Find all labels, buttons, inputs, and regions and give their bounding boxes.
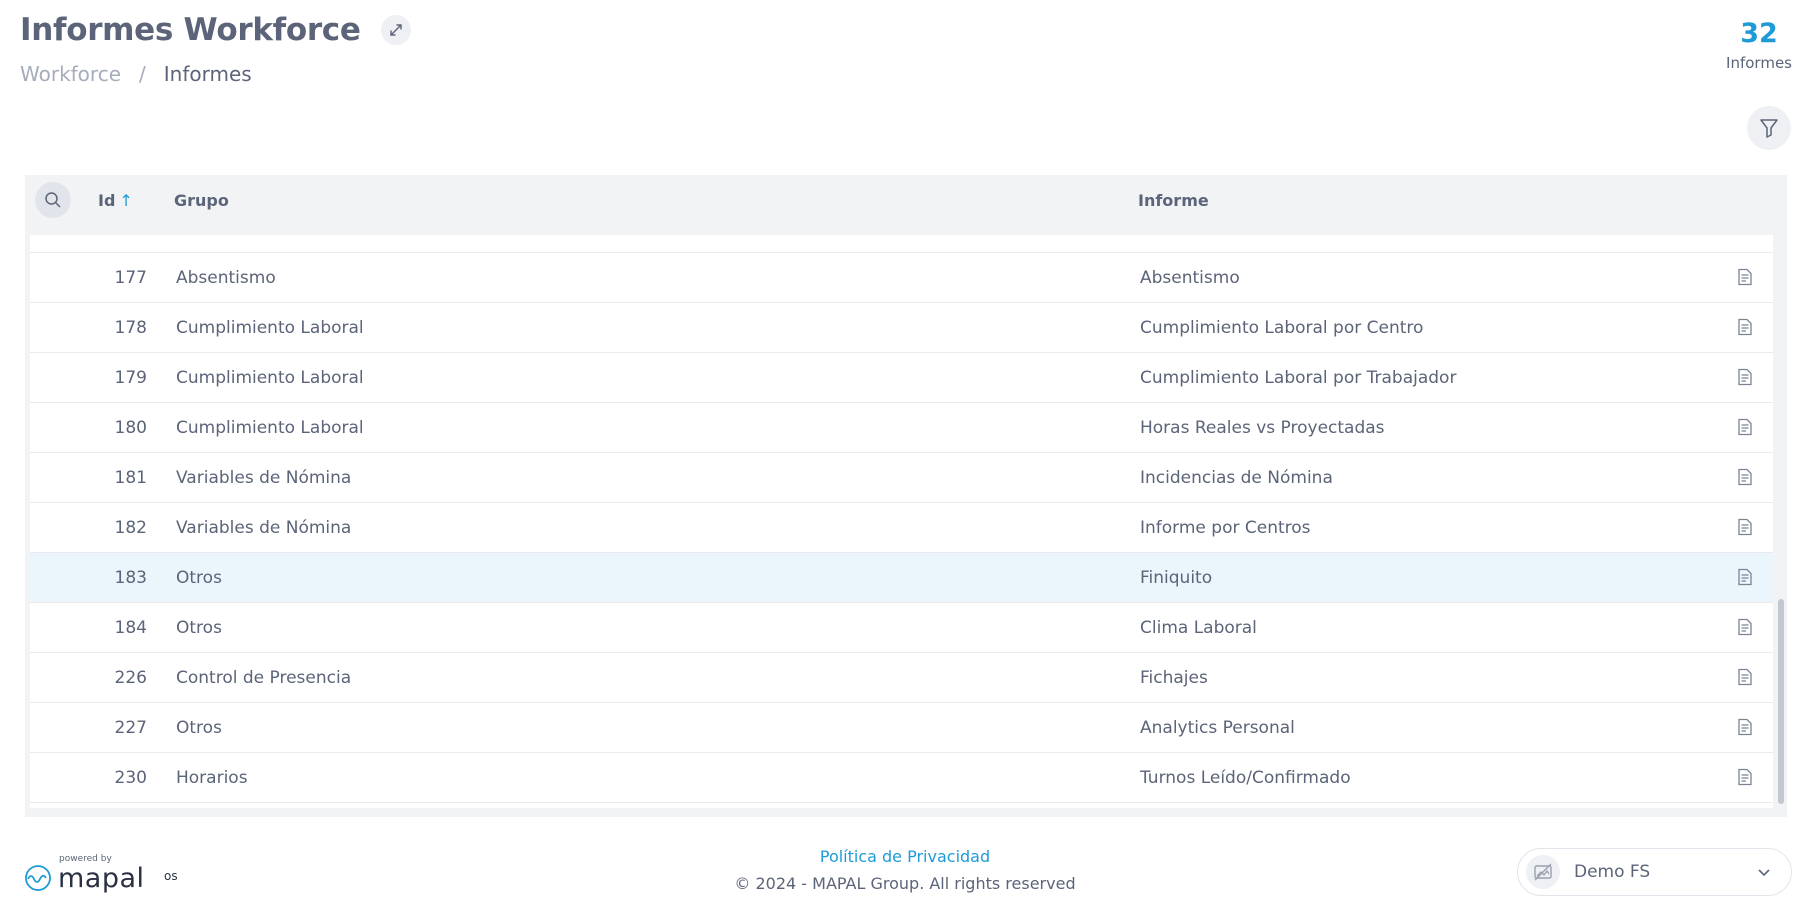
open-report-button[interactable] (1735, 367, 1755, 387)
cell-informe: Turnos Leído/Confirmado (1140, 768, 1351, 788)
company-avatar (1526, 855, 1560, 889)
report-document-icon (1738, 468, 1752, 486)
cell-grupo: Otros (176, 618, 222, 638)
page-header: Informes Workforce Workforce / Informes (20, 12, 411, 86)
report-document-icon (1738, 768, 1752, 786)
cell-informe: Finiquito (1140, 568, 1213, 588)
open-report-button[interactable] (1735, 517, 1755, 537)
search-icon (45, 192, 61, 208)
cell-grupo: Horarios (176, 768, 248, 788)
table-row[interactable]: 181 Variables de Nómina Incidencias de Nóm… (30, 453, 1773, 503)
cell-grupo: Variables de Nómina (176, 468, 352, 488)
cell-informe: Cumplimiento Laboral por Centro (1140, 318, 1424, 338)
table-row[interactable]: 182 Variables de Nómina Informe por Centro… (30, 503, 1773, 553)
open-report-button[interactable] (1735, 717, 1755, 737)
table-row[interactable]: 179 Cumplimiento Laboral Cumplimiento Labo… (30, 353, 1773, 403)
cell-grupo: Otros (176, 568, 222, 588)
table-row[interactable]: 184 Otros Clima Laboral (30, 603, 1773, 653)
cell-informe: Informe por Centros (1140, 518, 1311, 538)
report-document-icon (1738, 568, 1752, 586)
report-document-icon (1738, 368, 1752, 386)
cell-informe: Fichajes (1140, 668, 1208, 688)
open-report-button[interactable] (1735, 317, 1755, 337)
report-counter: 32 Informes (1726, 18, 1792, 72)
report-document-icon (1738, 268, 1752, 286)
column-header-id[interactable]: Id ↑ (98, 191, 133, 210)
breadcrumb-current: Informes (163, 62, 252, 86)
breadcrumb: Workforce / Informes (20, 62, 411, 86)
company-selector[interactable]: Demo FS (1517, 848, 1792, 896)
table-row[interactable]: 178 Cumplimiento Laboral Cumplimiento Labo… (30, 303, 1773, 353)
cell-id: 182 (114, 518, 147, 538)
open-report-button[interactable] (1735, 417, 1755, 437)
cell-id: 227 (114, 718, 147, 738)
scrollbar-thumb[interactable] (1778, 599, 1784, 804)
breadcrumb-separator: / (139, 62, 146, 86)
breadcrumb-workforce[interactable]: Workforce (20, 62, 121, 86)
report-document-icon (1738, 418, 1752, 436)
reports-table: Id ↑ Grupo Informe 177 Absentismo Absentism… (25, 175, 1787, 817)
cell-id: 230 (114, 768, 147, 788)
report-document-icon (1738, 668, 1752, 686)
cell-grupo: Cumplimiento Laboral (176, 368, 364, 388)
expand-arrows-icon (389, 24, 402, 36)
table-row[interactable]: 183 Otros Finiquito (30, 553, 1773, 603)
cell-grupo: Cumplimiento Laboral (176, 418, 364, 438)
filter-button[interactable] (1747, 106, 1791, 150)
cell-informe: Clima Laboral (1140, 618, 1257, 638)
cell-id: 226 (114, 668, 147, 688)
report-count: 32 (1740, 18, 1778, 49)
cell-informe: Analytics Personal (1140, 718, 1295, 738)
table-body: 177 Absentismo Absentismo 178 Cumplimiento L… (30, 235, 1773, 808)
cell-id: 178 (114, 318, 147, 338)
cell-informe: Horas Reales vs Proyectadas (1140, 418, 1385, 438)
chevron-down-icon (1758, 869, 1770, 877)
company-name: Demo FS (1574, 862, 1651, 882)
table-row[interactable]: 230 Horarios Turnos Leído/Confirmado (30, 753, 1773, 803)
cell-informe: Cumplimiento Laboral por Trabajador (1140, 368, 1457, 388)
cell-informe: Incidencias de Nómina (1140, 468, 1333, 488)
expand-button[interactable] (380, 15, 411, 45)
table-header: Id ↑ Grupo Informe (25, 175, 1787, 225)
open-report-button[interactable] (1735, 767, 1755, 787)
open-report-button[interactable] (1735, 567, 1755, 587)
report-document-icon (1738, 318, 1752, 336)
report-document-icon (1738, 718, 1752, 736)
page-title: Informes Workforce (20, 12, 361, 48)
cell-id: 183 (114, 568, 147, 588)
cell-grupo: Cumplimiento Laboral (176, 318, 364, 338)
cell-grupo: Absentismo (176, 268, 276, 288)
report-document-icon (1738, 618, 1752, 636)
table-scrollbar[interactable] (1778, 235, 1784, 808)
title-row: Informes Workforce (20, 12, 411, 48)
cell-grupo: Variables de Nómina (176, 518, 352, 538)
cell-id: 179 (114, 368, 147, 388)
table-search-button[interactable] (35, 182, 71, 218)
open-report-button[interactable] (1735, 267, 1755, 287)
report-document-icon (1738, 518, 1752, 536)
column-header-id-label: Id (98, 191, 116, 210)
filter-funnel-icon (1760, 119, 1778, 138)
table-row[interactable]: 227 Otros Analytics Personal (30, 703, 1773, 753)
open-report-button[interactable] (1735, 467, 1755, 487)
report-count-label: Informes (1726, 54, 1792, 72)
cell-id: 180 (114, 418, 147, 438)
cell-id: 181 (114, 468, 147, 488)
sort-ascending-icon: ↑ (119, 191, 133, 210)
cell-id: 184 (114, 618, 147, 638)
cell-grupo: Control de Presencia (176, 668, 352, 688)
table-row[interactable]: 180 Cumplimiento Laboral Horas Reales vs P… (30, 403, 1773, 453)
table-row[interactable]: 226 Control de Presencia Fichajes (30, 653, 1773, 703)
open-report-button[interactable] (1735, 667, 1755, 687)
table-row-partial[interactable] (30, 235, 1773, 253)
cell-informe: Absentismo (1140, 268, 1240, 288)
column-header-informe[interactable]: Informe (1138, 191, 1209, 210)
column-header-grupo[interactable]: Grupo (174, 191, 229, 210)
cell-id: 177 (114, 268, 147, 288)
image-placeholder-icon (1534, 863, 1552, 881)
cell-grupo: Otros (176, 718, 222, 738)
open-report-button[interactable] (1735, 617, 1755, 637)
table-row[interactable]: 177 Absentismo Absentismo (30, 253, 1773, 303)
